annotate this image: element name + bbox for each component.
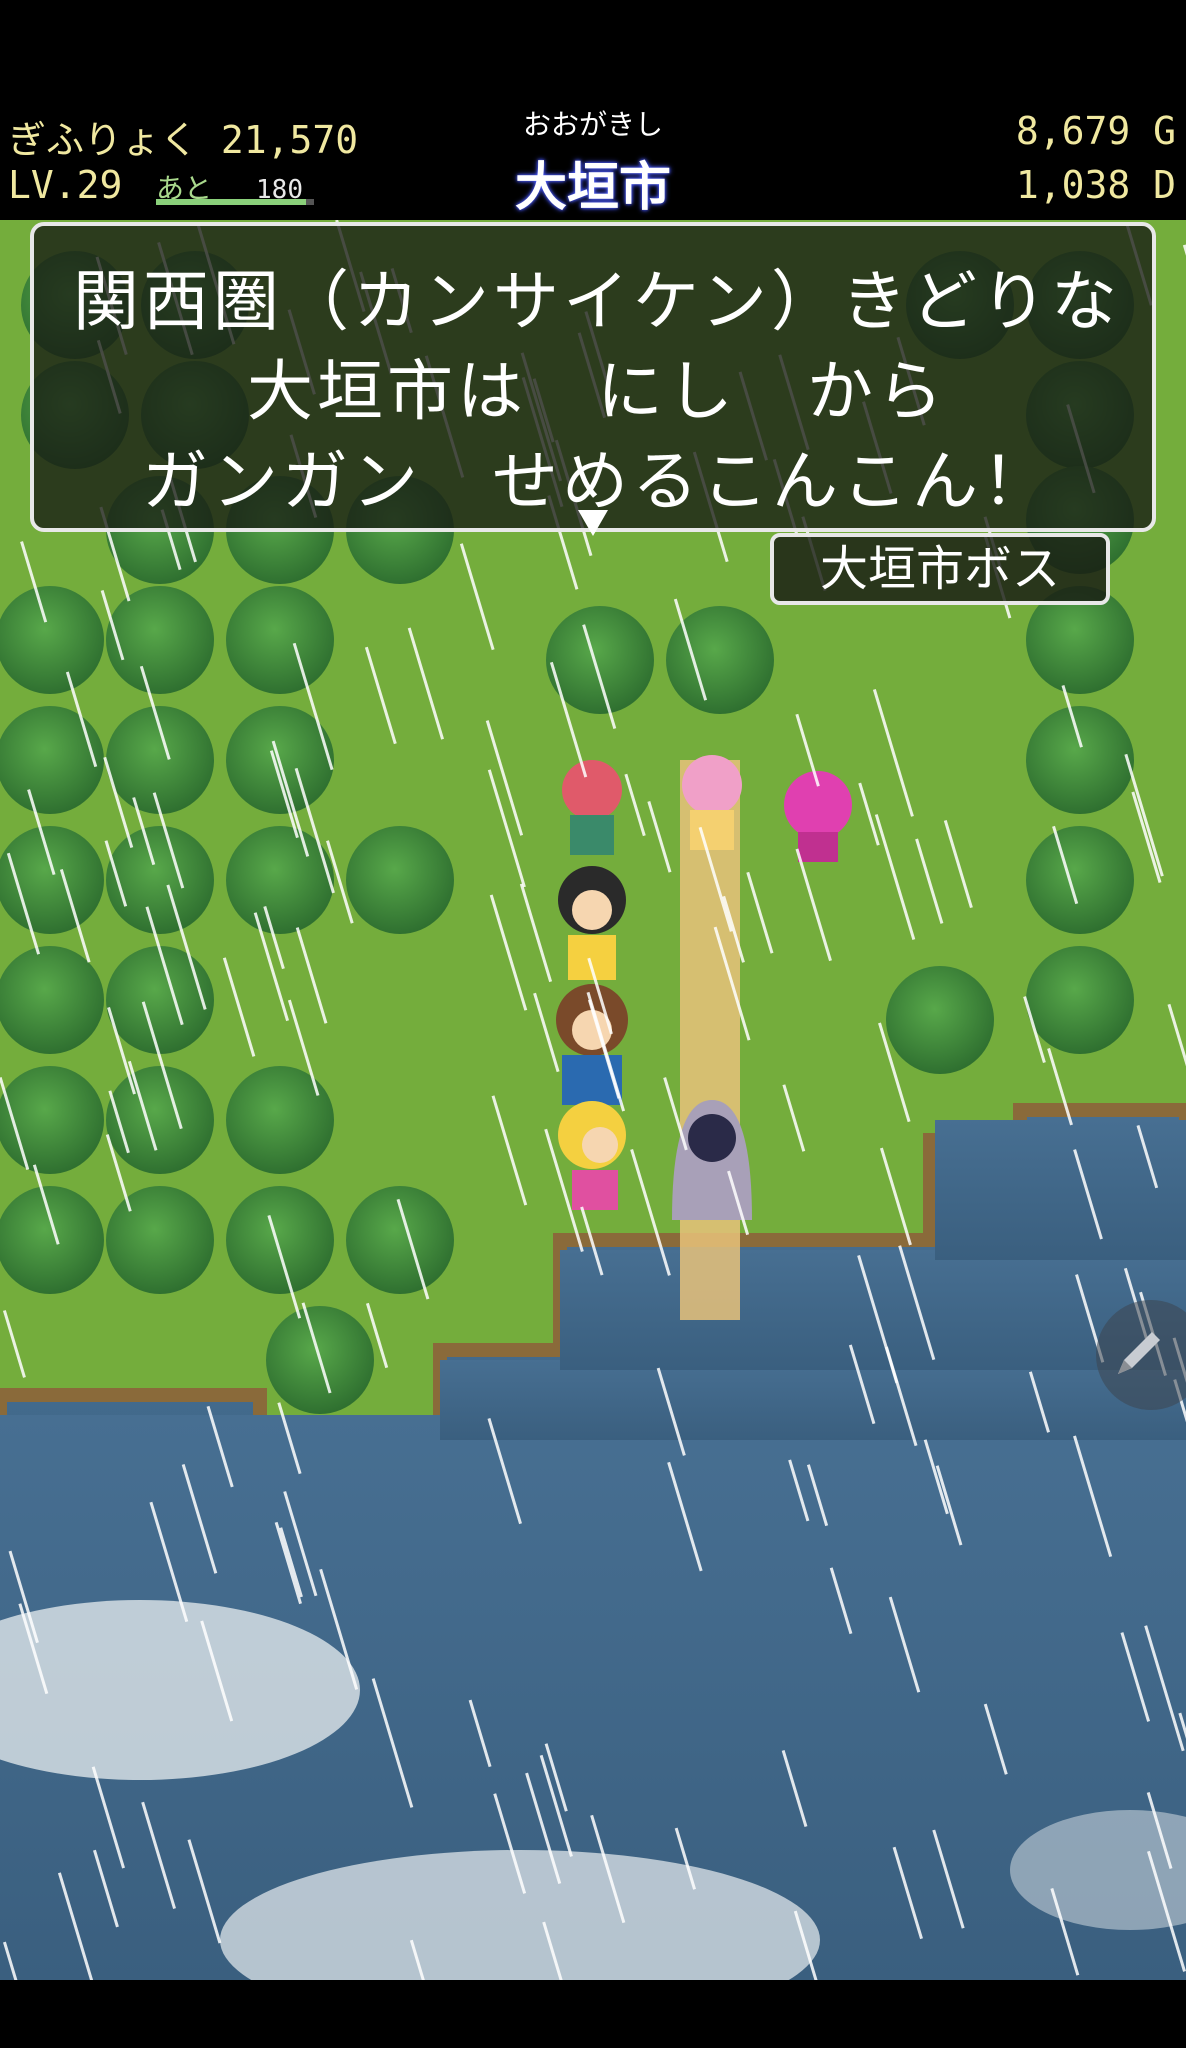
gold-unit: G xyxy=(1153,109,1176,153)
gold-counter: 8,679 G xyxy=(1016,109,1176,153)
tree xyxy=(0,1066,104,1174)
speaker-name-plate: 大垣市ボス xyxy=(770,533,1110,605)
tree xyxy=(0,586,104,694)
bottom-bar xyxy=(0,1980,1186,2048)
tree xyxy=(106,706,214,814)
water-body-2 xyxy=(440,1360,1186,1440)
tree xyxy=(106,946,214,1054)
tree xyxy=(886,966,994,1074)
character-black-hair-girl xyxy=(558,866,626,980)
status-hud: ぎふりょく 21,570 LV.29 あと 180 おおがきし 大垣市 8,679… xyxy=(0,95,1186,220)
gold-value: 8,679 xyxy=(1015,109,1131,153)
triangle-down-icon[interactable] xyxy=(578,510,608,536)
pencil-icon xyxy=(1118,1332,1160,1374)
dialog-box[interactable]: 関西圏（カンサイケン）きどりな 大垣市は にし から ガンガン せめるこんこん！ xyxy=(30,222,1156,532)
tree xyxy=(0,1186,104,1294)
water-body-4 xyxy=(935,1120,1186,1260)
tree xyxy=(1026,706,1134,814)
tree xyxy=(0,706,104,814)
tree xyxy=(106,1186,214,1294)
dia-counter: 1,038 D xyxy=(1016,163,1176,207)
dia-unit: D xyxy=(1153,163,1176,207)
character-pink-hair xyxy=(682,755,742,850)
tree xyxy=(1026,826,1134,934)
tree xyxy=(106,826,214,934)
tree xyxy=(1026,946,1134,1054)
tree xyxy=(106,1066,214,1174)
dialog-line-2: 大垣市は にし から xyxy=(247,353,947,430)
tree xyxy=(346,826,454,934)
tree xyxy=(226,586,334,694)
tree xyxy=(226,1066,334,1174)
tree xyxy=(106,586,214,694)
dialog-line-1: 関西圏（カンサイケン）きどりな xyxy=(72,263,1122,340)
city-reading: おおがきし xyxy=(522,108,663,141)
tree xyxy=(226,1186,334,1294)
dia-value: 1,038 xyxy=(1015,163,1131,207)
water-body-3 xyxy=(560,1250,1186,1370)
city-name: 大垣市 xyxy=(514,158,671,218)
character-red-hair xyxy=(562,760,622,855)
